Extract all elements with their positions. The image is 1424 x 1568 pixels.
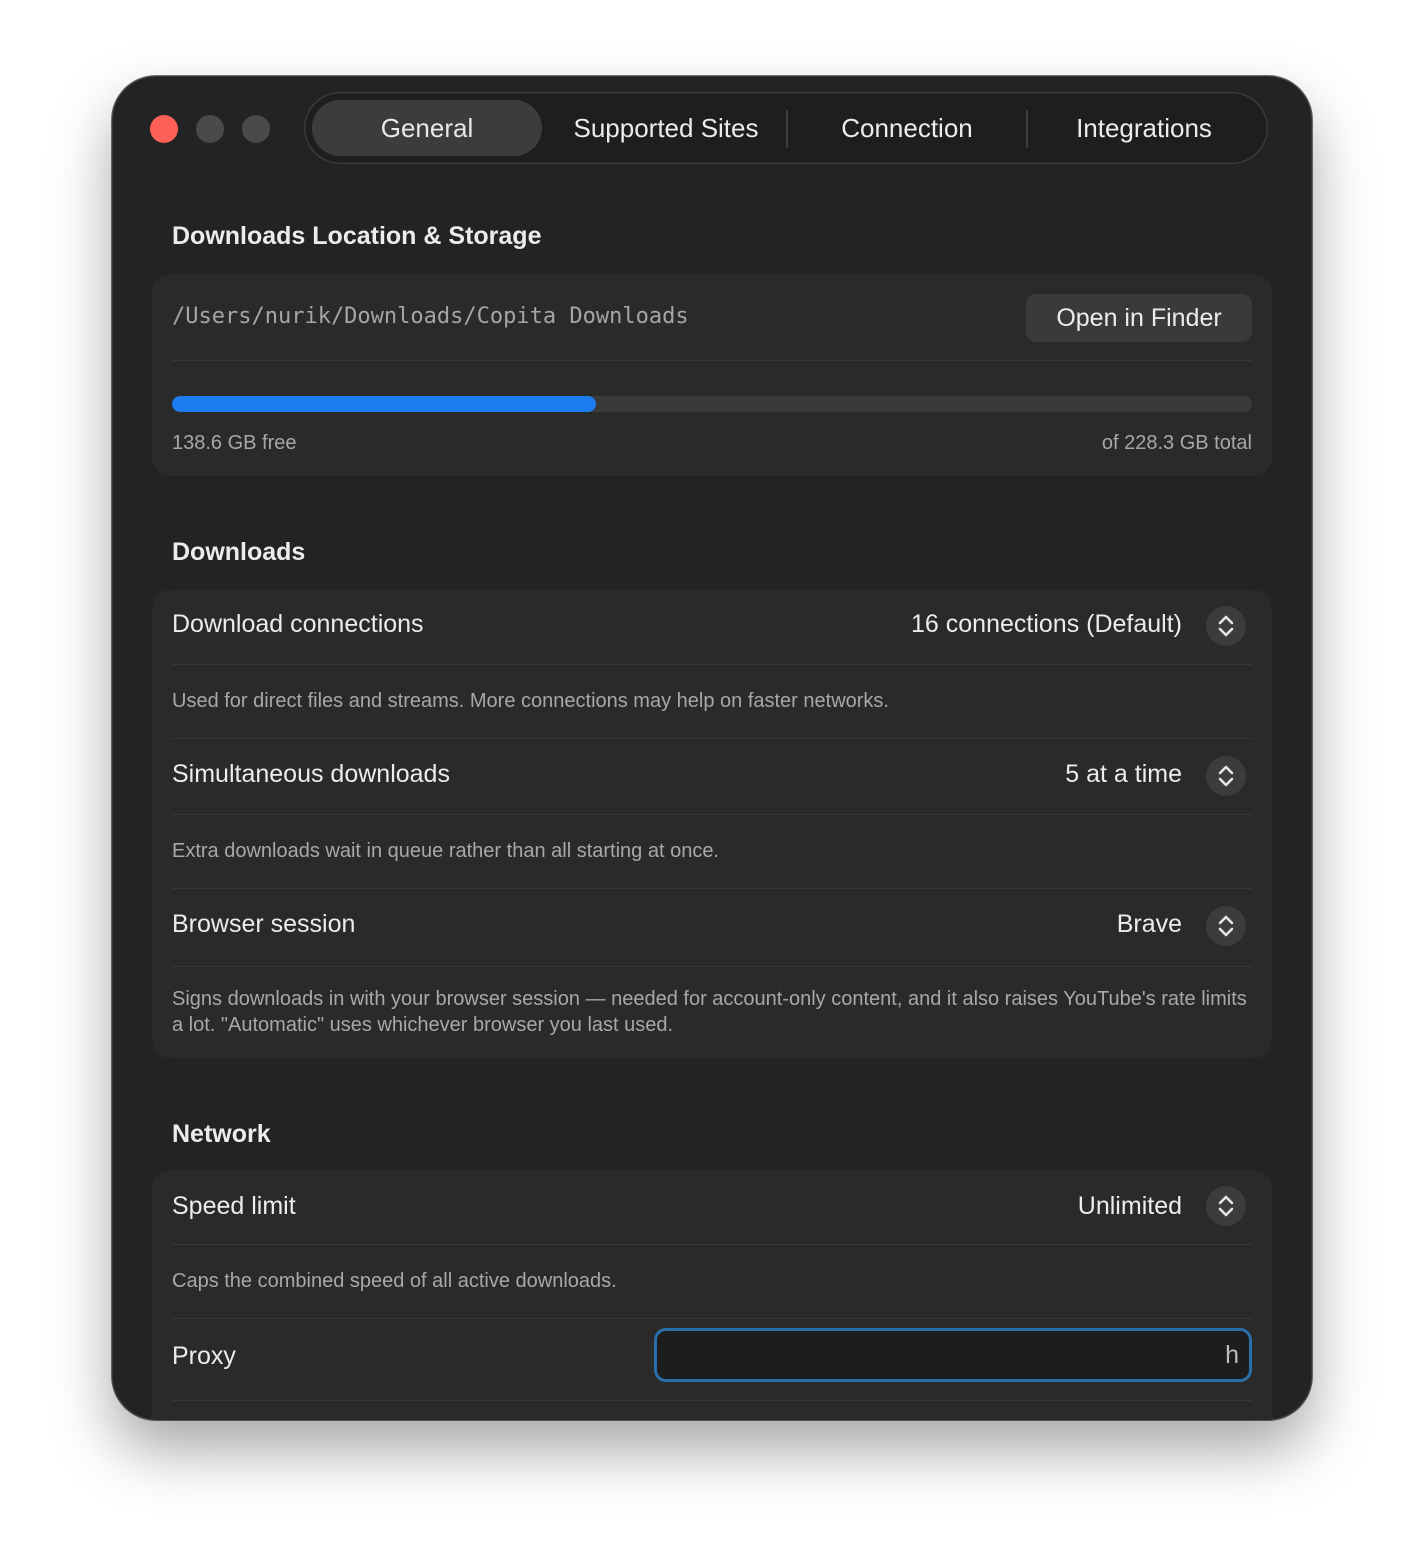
tab-integrations[interactable]: Integrations (1028, 100, 1260, 156)
proxy-label: Proxy (172, 1342, 236, 1370)
storage-card: /Users/nurik/Downloads/Copita Downloads … (152, 274, 1272, 476)
download-connections-value[interactable]: 16 connections (Default) (911, 610, 1182, 639)
simultaneous-downloads-label: Simultaneous downloads (172, 760, 450, 788)
divider (172, 814, 1252, 815)
chevron-up-down-icon (1218, 915, 1234, 937)
network-card: Speed limit Unlimited Caps the combined … (152, 1170, 1272, 1420)
tab-general[interactable]: General (312, 100, 542, 156)
divider (172, 1244, 1252, 1245)
chevron-up-down-icon (1218, 1195, 1234, 1217)
simultaneous-downloads-description: Extra downloads wait in queue rather tha… (172, 840, 719, 862)
browser-session-description: Signs downloads in with your browser ses… (172, 988, 1247, 1036)
divider (172, 738, 1252, 739)
download-connections-label: Download connections (172, 610, 424, 638)
simultaneous-downloads-value[interactable]: 5 at a time (1065, 760, 1182, 789)
speed-limit-value[interactable]: Unlimited (1078, 1192, 1182, 1221)
divider (172, 1400, 1252, 1401)
speed-limit-description: Caps the combined speed of all active do… (172, 1270, 617, 1292)
network-section-title: Network (172, 1120, 271, 1148)
browser-session-label: Browser session (172, 910, 356, 938)
storage-usage-bar (172, 396, 1252, 412)
zoom-window-button[interactable] (242, 115, 270, 143)
browser-session-value[interactable]: Brave (1117, 910, 1182, 939)
chevron-up-down-icon (1218, 765, 1234, 787)
total-space-label: of 228.3 GB total (1101, 432, 1252, 454)
download-connections-description: Used for direct files and streams. More … (172, 690, 889, 712)
open-in-finder-button[interactable]: Open in Finder (1026, 294, 1252, 342)
speed-limit-stepper[interactable] (1206, 1186, 1246, 1226)
browser-session-stepper[interactable] (1206, 906, 1246, 946)
simultaneous-downloads-stepper[interactable] (1206, 756, 1246, 796)
tab-connection[interactable]: Connection (788, 100, 1026, 156)
minimize-window-button[interactable] (196, 115, 224, 143)
divider (172, 888, 1252, 889)
storage-section-title: Downloads Location & Storage (172, 222, 542, 250)
tab-bar: General Supported Sites Connection Integ… (304, 92, 1268, 164)
downloads-card: Download connections 16 connections (Def… (152, 590, 1272, 1058)
tab-supported-sites[interactable]: Supported Sites (546, 100, 786, 156)
divider (172, 966, 1252, 967)
speed-limit-label: Speed limit (172, 1192, 296, 1220)
close-window-button[interactable] (150, 115, 178, 143)
downloads-path: /Users/nurik/Downloads/Copita Downloads (172, 304, 689, 329)
divider (172, 360, 1252, 361)
divider (172, 1318, 1252, 1319)
free-space-label: 138.6 GB free (172, 432, 297, 454)
download-connections-stepper[interactable] (1206, 606, 1246, 646)
chevron-up-down-icon (1218, 615, 1234, 637)
storage-usage-fill (172, 396, 597, 412)
divider (172, 664, 1252, 665)
settings-window: General Supported Sites Connection Integ… (112, 76, 1312, 1420)
downloads-section-title: Downloads (172, 538, 306, 566)
proxy-input[interactable] (654, 1328, 1252, 1382)
